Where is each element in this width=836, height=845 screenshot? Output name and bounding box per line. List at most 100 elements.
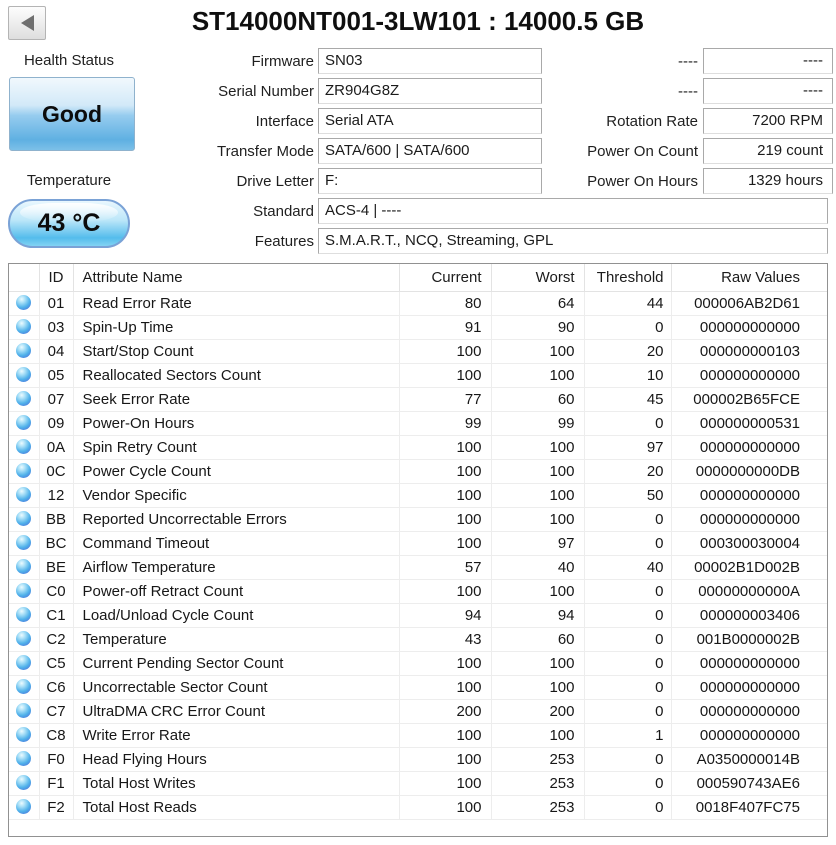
attr-worst-cell: 100 [491, 459, 584, 483]
table-row[interactable]: 12Vendor Specific10010050000000000000 [9, 483, 827, 507]
attr-raw-cell: 00002B1D002B [671, 555, 827, 579]
table-row[interactable]: 0ASpin Retry Count10010097000000000000 [9, 435, 827, 459]
attr-raw-cell: 000000000531 [671, 411, 827, 435]
attr-id-cell: C5 [39, 651, 73, 675]
attr-worst-cell: 100 [491, 651, 584, 675]
table-row[interactable]: F2Total Host Reads10025300018F407FC75 [9, 795, 827, 819]
table-row[interactable]: 03Spin-Up Time91900000000000000 [9, 315, 827, 339]
header-current[interactable]: Current [399, 264, 491, 291]
table-row[interactable]: 07Seek Error Rate776045000002B65FCE [9, 387, 827, 411]
field-label-standard: Standard [253, 198, 314, 225]
field-label-unused-2: ---- [678, 78, 698, 105]
attr-raw-cell: 0000000000DB [671, 459, 827, 483]
attr-status-cell [9, 699, 39, 723]
table-row[interactable]: F1Total Host Writes1002530000590743AE6 [9, 771, 827, 795]
attr-current-cell: 100 [399, 339, 491, 363]
table-row[interactable]: F0Head Flying Hours1002530A0350000014B [9, 747, 827, 771]
smart-attribute-table: ID Attribute Name Current Worst Threshol… [8, 263, 828, 837]
header-raw-values[interactable]: Raw Values [671, 264, 827, 291]
attr-status-cell [9, 363, 39, 387]
field-value-power-on-count[interactable]: 219 count [703, 138, 833, 164]
field-value-unused-1[interactable]: ---- [703, 48, 833, 74]
attr-name-cell: Load/Unload Cycle Count [73, 603, 399, 627]
attr-raw-cell: 000000003406 [671, 603, 827, 627]
table-row[interactable]: BBReported Uncorrectable Errors100100000… [9, 507, 827, 531]
table-row[interactable]: C7UltraDMA CRC Error Count20020000000000… [9, 699, 827, 723]
attr-name-cell: Temperature [73, 627, 399, 651]
status-orb-icon [16, 439, 31, 454]
header-worst[interactable]: Worst [491, 264, 584, 291]
attr-worst-cell: 60 [491, 387, 584, 411]
table-row[interactable]: C8Write Error Rate1001001000000000000 [9, 723, 827, 747]
attr-raw-cell: 000002B65FCE [671, 387, 827, 411]
attr-id-cell: C0 [39, 579, 73, 603]
table-row[interactable]: 01Read Error Rate806444000006AB2D61 [9, 291, 827, 315]
attr-id-cell: 07 [39, 387, 73, 411]
attr-raw-cell: 00000000000A [671, 579, 827, 603]
attr-name-cell: Write Error Rate [73, 723, 399, 747]
attr-current-cell: 80 [399, 291, 491, 315]
attr-id-cell: F0 [39, 747, 73, 771]
attr-threshold-cell: 0 [584, 531, 671, 555]
attr-raw-cell: 000000000000 [671, 675, 827, 699]
table-row[interactable]: BCCommand Timeout100970000300030004 [9, 531, 827, 555]
status-orb-icon [16, 463, 31, 478]
attr-threshold-cell: 0 [584, 411, 671, 435]
attr-name-cell: Current Pending Sector Count [73, 651, 399, 675]
field-value-rotation-rate[interactable]: 7200 RPM [703, 108, 833, 134]
attr-worst-cell: 60 [491, 627, 584, 651]
table-row[interactable]: C2Temperature43600001B0000002B [9, 627, 827, 651]
table-row[interactable]: 05Reallocated Sectors Count1001001000000… [9, 363, 827, 387]
table-row[interactable]: C0Power-off Retract Count100100000000000… [9, 579, 827, 603]
table-row[interactable]: C5Current Pending Sector Count1001000000… [9, 651, 827, 675]
status-orb-icon [16, 343, 31, 358]
field-value-standard[interactable]: ACS-4 | ---- [318, 198, 828, 224]
attr-current-cell: 100 [399, 723, 491, 747]
attr-status-cell [9, 315, 39, 339]
attr-id-cell: F1 [39, 771, 73, 795]
table-row[interactable]: 0CPower Cycle Count100100200000000000DB [9, 459, 827, 483]
attr-id-cell: 0C [39, 459, 73, 483]
table-row[interactable]: 04Start/Stop Count10010020000000000103 [9, 339, 827, 363]
temperature-value: 43 °C [38, 209, 101, 238]
header-id[interactable]: ID [39, 264, 73, 291]
header-threshold[interactable]: Threshold [584, 264, 671, 291]
attr-current-cell: 100 [399, 579, 491, 603]
attr-id-cell: BC [39, 531, 73, 555]
attr-id-cell: C2 [39, 627, 73, 651]
status-orb-icon [16, 631, 31, 646]
header-attribute-name[interactable]: Attribute Name [73, 264, 399, 291]
attr-threshold-cell: 0 [584, 675, 671, 699]
attr-worst-cell: 90 [491, 315, 584, 339]
smart-table-rows: 01Read Error Rate806444000006AB2D6103Spi… [9, 291, 827, 819]
attr-id-cell: C8 [39, 723, 73, 747]
attr-raw-cell: 000000000000 [671, 435, 827, 459]
attr-status-cell [9, 435, 39, 459]
header-status[interactable] [9, 264, 39, 291]
field-value-features[interactable]: S.M.A.R.T., NCQ, Streaming, GPL [318, 228, 828, 254]
attr-status-cell [9, 795, 39, 819]
attr-status-cell [9, 507, 39, 531]
table-row[interactable]: C6Uncorrectable Sector Count100100000000… [9, 675, 827, 699]
attr-name-cell: Power Cycle Count [73, 459, 399, 483]
attr-threshold-cell: 0 [584, 771, 671, 795]
attr-raw-cell: 000000000000 [671, 651, 827, 675]
field-value-unused-2[interactable]: ---- [703, 78, 833, 104]
attr-id-cell: C1 [39, 603, 73, 627]
attr-worst-cell: 100 [491, 723, 584, 747]
attr-name-cell: Total Host Reads [73, 795, 399, 819]
table-row[interactable]: C1Load/Unload Cycle Count949400000000034… [9, 603, 827, 627]
table-row[interactable]: 09Power-On Hours99990000000000531 [9, 411, 827, 435]
attr-current-cell: 100 [399, 747, 491, 771]
attr-raw-cell: 001B0000002B [671, 627, 827, 651]
attr-worst-cell: 253 [491, 795, 584, 819]
status-orb-icon [16, 655, 31, 670]
table-row[interactable]: BEAirflow Temperature57404000002B1D002B [9, 555, 827, 579]
attr-name-cell: Airflow Temperature [73, 555, 399, 579]
attr-status-cell [9, 483, 39, 507]
attr-status-cell [9, 531, 39, 555]
attr-id-cell: 12 [39, 483, 73, 507]
field-value-power-on-hours[interactable]: 1329 hours [703, 168, 833, 194]
status-orb-icon [16, 751, 31, 766]
attr-threshold-cell: 1 [584, 723, 671, 747]
